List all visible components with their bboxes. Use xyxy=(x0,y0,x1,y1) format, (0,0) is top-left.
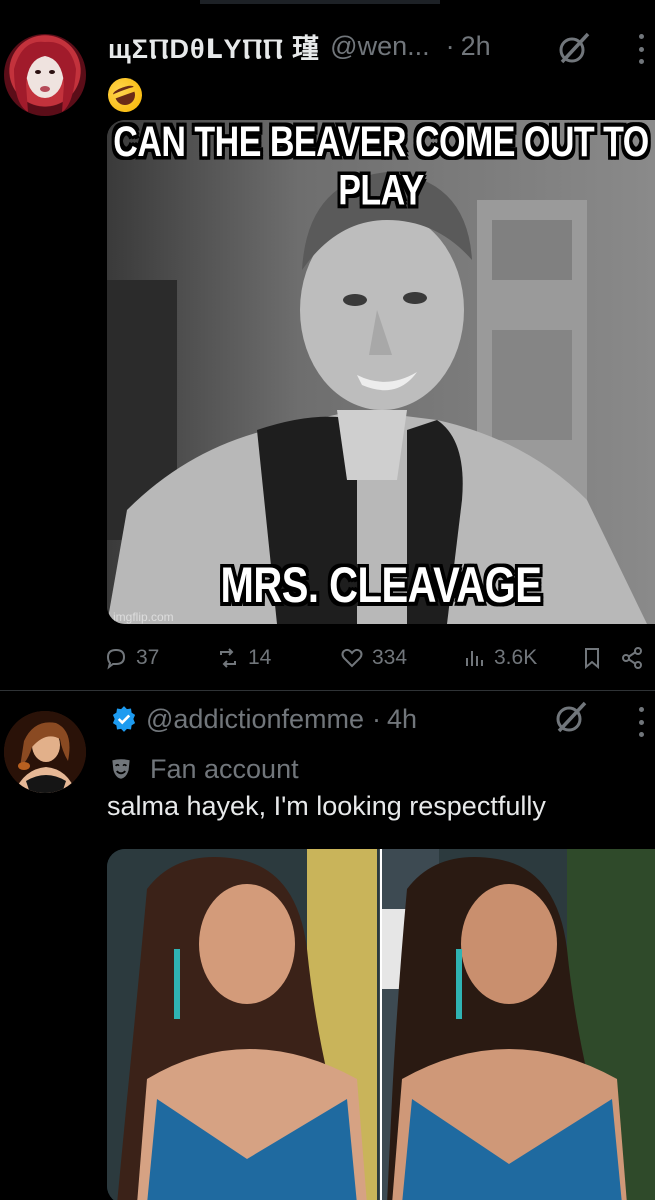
views-count: 3.6K xyxy=(494,646,538,669)
more-icon[interactable] xyxy=(637,34,645,64)
author-handle[interactable]: @addictionfemme xyxy=(146,704,364,735)
tweet[interactable]: щΣⲠDθᒪYⲠⲠ 瑾 @wen... · 2h CAN THE BEAVER … xyxy=(0,0,655,690)
repost-icon xyxy=(220,648,236,668)
avatar[interactable] xyxy=(4,711,86,793)
reply-icon xyxy=(106,648,126,670)
tweet-media-image[interactable] xyxy=(107,849,655,1200)
separator-dot: · xyxy=(445,30,455,61)
reply-count: 37 xyxy=(136,646,160,669)
heart-icon xyxy=(341,648,363,668)
repost-button[interactable]: 14 xyxy=(216,640,271,676)
meme-top-caption: CAN THE BEAVER COME OUT TO PLAY xyxy=(113,120,649,215)
separator-dot: · xyxy=(372,703,382,734)
theater-mask-icon xyxy=(112,759,130,779)
avatar[interactable] xyxy=(4,34,86,116)
tweet[interactable]: @addictionfemme · 4h Fan account salma h… xyxy=(0,691,655,1200)
tweet-timestamp[interactable]: 2h xyxy=(461,31,491,62)
views-icon xyxy=(466,651,483,666)
emoji-rofl xyxy=(103,73,147,117)
tweet-media-image[interactable]: CAN THE BEAVER COME OUT TO PLAY MRS. CLE… xyxy=(107,120,655,624)
rofl-emoji-icon xyxy=(103,73,147,117)
reply-button[interactable]: 37 xyxy=(104,640,159,676)
bookmark-icon xyxy=(585,648,599,670)
author-display-name[interactable]: щΣⲠDθᒪYⲠⲠ 瑾 xyxy=(108,27,320,66)
more-icon[interactable] xyxy=(637,707,645,737)
verified-badge-icon xyxy=(112,706,136,732)
share-icon xyxy=(622,647,642,669)
like-count: 334 xyxy=(372,646,408,669)
repost-count: 14 xyxy=(248,646,272,669)
tweet-text: salma hayek, I'm looking respectfully xyxy=(107,791,546,821)
grok-icon[interactable] xyxy=(553,699,589,735)
meme-watermark: imgflip.com xyxy=(113,610,174,624)
bookmark-button[interactable] xyxy=(580,640,604,676)
views-button[interactable]: 3.6K xyxy=(462,640,537,676)
tweet-timestamp[interactable]: 4h xyxy=(387,704,417,735)
meme-bottom-caption: MRS. CLEAVAGE xyxy=(220,558,542,614)
account-label-text: Fan account xyxy=(150,753,299,784)
account-label[interactable]: Fan account xyxy=(108,749,299,789)
like-button[interactable]: 334 xyxy=(340,640,407,676)
grok-icon[interactable] xyxy=(556,30,592,66)
timeline-feed: щΣⲠDθᒪYⲠⲠ 瑾 @wen... · 2h CAN THE BEAVER … xyxy=(0,0,655,1200)
share-button[interactable] xyxy=(620,640,644,676)
author-handle[interactable]: @wen... xyxy=(330,31,429,62)
tweet-action-bar: 37 14 334 3.6K xyxy=(104,640,655,676)
